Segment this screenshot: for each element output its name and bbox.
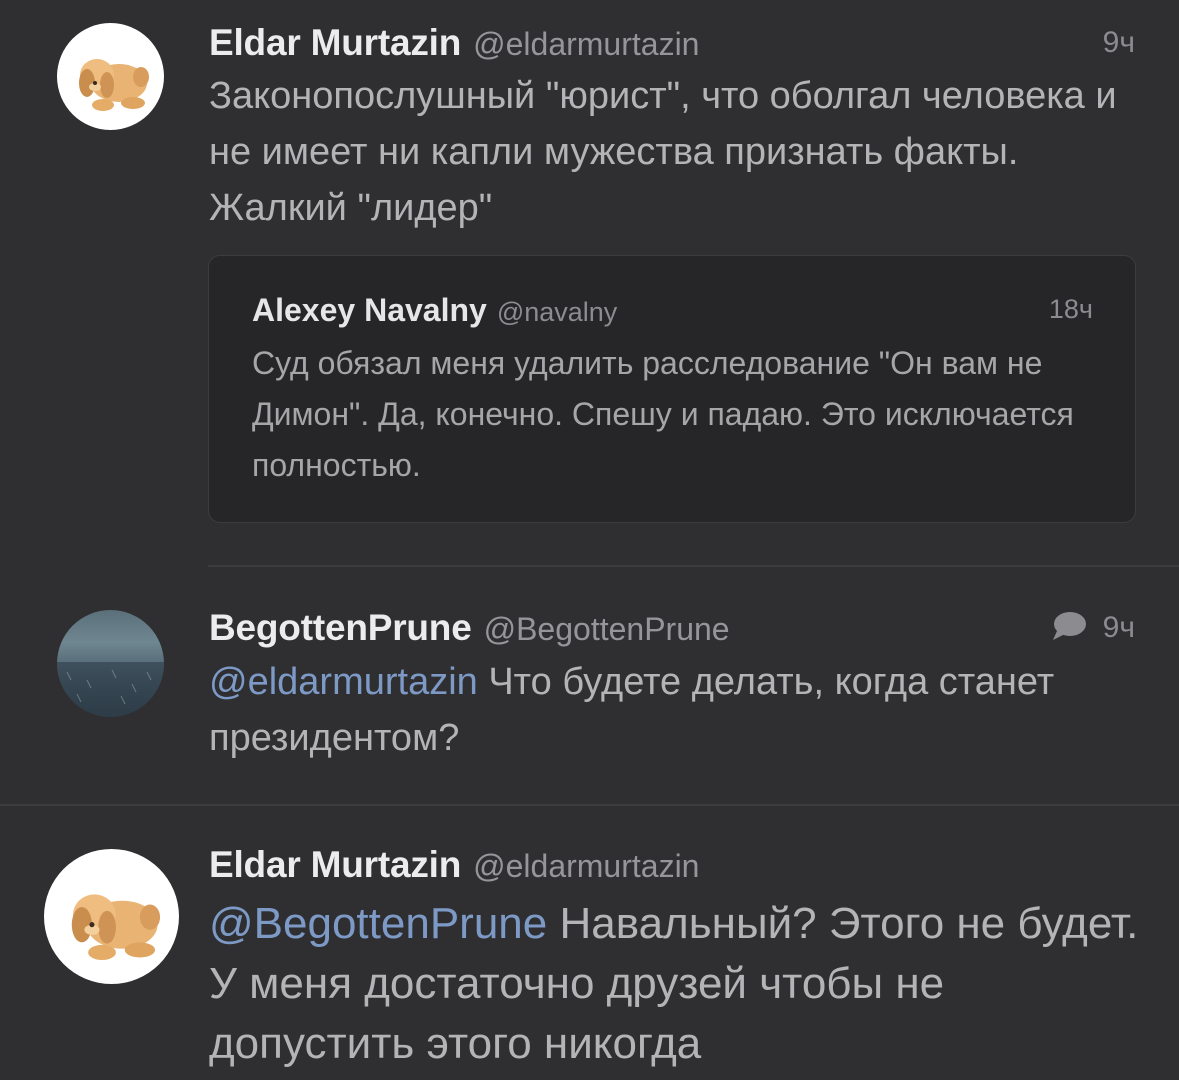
quoted-time: 18ч <box>1048 294 1093 324</box>
plush-dog-icon <box>79 59 149 111</box>
tweet-text: @eldarmurtazin Что будете делать, когда … <box>209 654 1139 766</box>
rainy-landscape-icon <box>57 662 164 717</box>
speech-bubble-icon[interactable] <box>1051 611 1087 641</box>
quoted-tweet[interactable]: Alexey Navalny @navalny 18ч Суд обязал м… <box>208 255 1136 523</box>
author-name[interactable]: BegottenPrune <box>209 607 472 649</box>
author-name[interactable]: Eldar Murtazin <box>209 22 461 64</box>
quoted-author-name[interactable]: Alexey Navalny <box>252 292 487 329</box>
author-name[interactable]: Eldar Murtazin <box>209 844 461 886</box>
author-handle[interactable]: @eldarmurtazin <box>473 26 699 63</box>
plush-dog-icon <box>71 894 161 961</box>
mention-link[interactable]: @eldarmurtazin <box>209 661 478 703</box>
user-avatar[interactable] <box>57 23 164 130</box>
tweet-time: 9ч <box>1102 611 1135 644</box>
author-handle[interactable]: @eldarmurtazin <box>473 848 699 885</box>
quoted-text: Суд обязал меня удалить расследование "О… <box>252 345 1074 483</box>
user-avatar[interactable] <box>44 849 179 984</box>
tweet-1[interactable]: Eldar Murtazin @eldarmurtazin 9ч Законоп… <box>0 0 1179 560</box>
quoted-author-handle[interactable]: @navalny <box>497 297 617 328</box>
tweet-time-wrap: 9ч <box>1051 611 1135 645</box>
tweet-text: @BegottenPrune Навальный? Этого не будет… <box>209 894 1139 1074</box>
author-handle[interactable]: @BegottenPrune <box>484 611 730 648</box>
tweet-3[interactable]: Eldar Murtazin @eldarmurtazin @BegottenP… <box>0 806 1179 1080</box>
tweet-text: Законопослушный "юрист", что оболгал чел… <box>209 75 1117 229</box>
user-avatar[interactable] <box>57 610 164 717</box>
tweet-2[interactable]: BegottenPrune @BegottenPrune 9ч @eldarmu… <box>0 567 1179 803</box>
mention-link[interactable]: @BegottenPrune <box>209 899 547 948</box>
tweet-time: 9ч <box>1102 26 1135 59</box>
